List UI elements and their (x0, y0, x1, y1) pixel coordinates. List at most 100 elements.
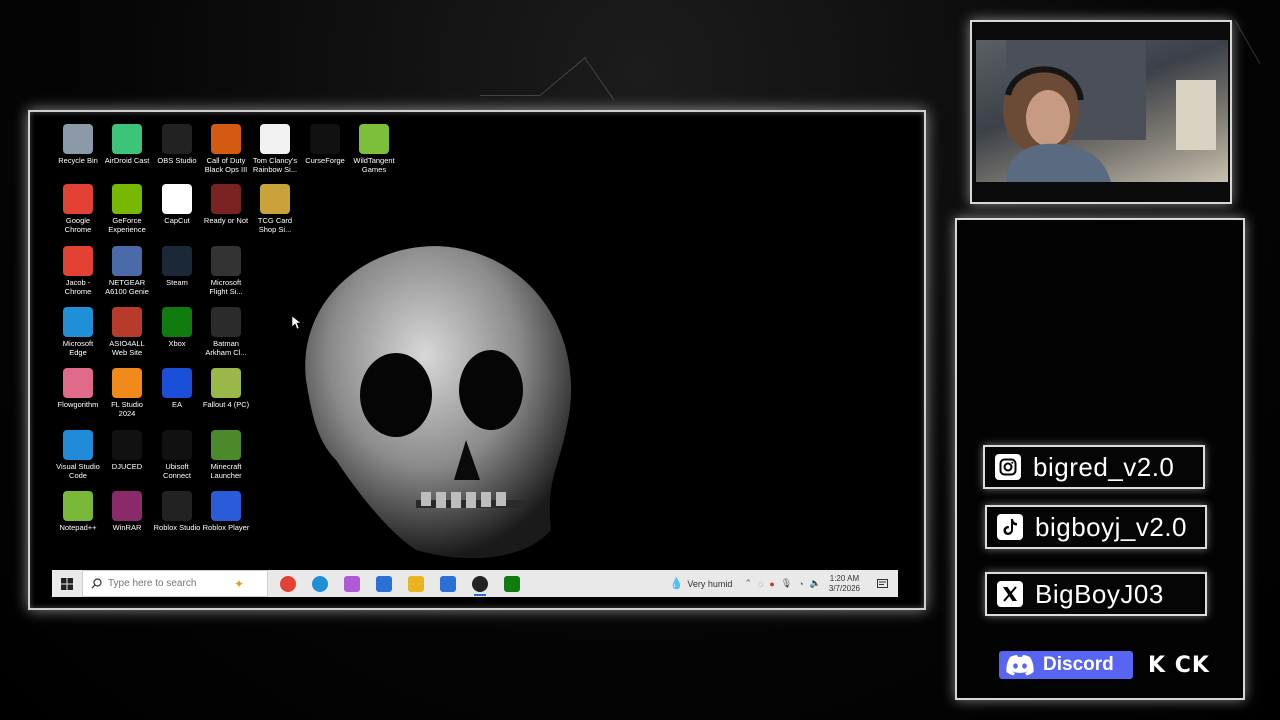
netgear-icon (112, 246, 142, 276)
windows-icon (61, 577, 73, 590)
volume-icon[interactable]: 🔈 (810, 578, 821, 589)
kick-logo[interactable]: K CK (1148, 651, 1210, 679)
desktop-icon[interactable]: WildTangent Games (349, 124, 399, 174)
desktop-icon-label: Batman Arkham Cl... (205, 339, 247, 357)
desktop-icon-label: Ubisoft Connect (163, 462, 191, 480)
app-tray-icon[interactable]: ◌ (758, 579, 763, 589)
desktop-icon[interactable]: CapCut (152, 184, 202, 225)
weather-widget[interactable]: 💧 Very humid (670, 577, 733, 590)
desktop-icon[interactable]: CurseForge (300, 124, 350, 165)
desktop-icon[interactable]: Recycle Bin (53, 124, 103, 165)
fallout-icon (211, 368, 241, 398)
desktop-icon[interactable]: Fallout 4 (PC) (201, 368, 251, 409)
ready-or-not-icon (211, 184, 241, 214)
taskbar-app[interactable] (496, 570, 528, 597)
curseforge-icon (310, 124, 340, 154)
desktop-icon[interactable]: Xbox (152, 307, 202, 348)
desktop-icon-label: Fallout 4 (PC) (202, 400, 250, 409)
desktop-icon[interactable]: Google Chrome (53, 184, 103, 234)
outlook-icon (376, 575, 392, 592)
desktop-icon[interactable]: Roblox Player (201, 491, 251, 532)
social-x[interactable]: BigBoyJ03 (985, 572, 1207, 616)
desktop-icon[interactable]: FL Studio 2024 (102, 368, 152, 418)
taskbar-app[interactable] (336, 570, 368, 597)
discord-badge[interactable]: Discord (999, 651, 1133, 679)
desktop-icon[interactable]: EA (152, 368, 202, 409)
desktop-icon-label: Google Chrome (64, 216, 92, 234)
obs-icon (472, 575, 488, 592)
chevron-up-icon[interactable]: ⌃ (744, 578, 752, 589)
social-tiktok[interactable]: bigboyj_v2.0 (985, 505, 1207, 549)
taskbar-app[interactable] (368, 570, 400, 597)
desktop-icon-label: NETGEAR A6100 Genie (105, 278, 149, 296)
winrar-icon (112, 491, 142, 521)
recycle-bin-icon (63, 124, 93, 154)
taskbar-pinned-apps (272, 570, 528, 597)
desktop-icon[interactable]: ASIO4ALL Web Site (102, 307, 152, 357)
taskbar-app[interactable] (304, 570, 336, 597)
tcg-icon (260, 184, 290, 214)
search-input[interactable] (108, 578, 228, 589)
skull-wallpaper (305, 246, 572, 559)
desktop-icon[interactable]: Tom Clancy's Rainbow Si... (250, 124, 300, 174)
system-tray: ⌃ ◌ ● 🎙 ◔ 🔈 (744, 578, 820, 589)
desktop-icon[interactable]: Minecraft Launcher (201, 430, 251, 480)
capcut-icon (162, 184, 192, 214)
hex-decoration (1234, 20, 1261, 65)
taskbar-app[interactable] (272, 570, 304, 597)
instagram-handle: bigred_v2.0 (1033, 451, 1175, 482)
notification-icon (876, 578, 888, 588)
desktop-icon-label: Microsoft Flight Si... (209, 278, 243, 296)
desktop-icon[interactable]: Batman Arkham Cl... (201, 307, 251, 357)
desktop-icon[interactable]: TCG Card Shop Si... (250, 184, 300, 234)
taskbar-search[interactable]: ✦ (82, 570, 268, 597)
file-explorer-icon (408, 575, 424, 592)
desktop-icon-label: GeForce Experience (108, 216, 146, 234)
desktop-icon[interactable]: DJUCED (102, 430, 152, 471)
taskbar-app[interactable] (432, 570, 464, 597)
desktop-icon[interactable]: Visual Studio Code (53, 430, 103, 480)
taskbar-app[interactable] (400, 570, 432, 597)
desktop-icon[interactable]: WinRAR (102, 491, 152, 532)
desktop-icon[interactable]: Flowgorithm (53, 368, 103, 409)
notification-button[interactable] (872, 570, 892, 597)
system-clock[interactable]: 1:20 AM 3/7/2026 (829, 574, 860, 594)
desktop-icon[interactable]: Call of Duty Black Ops III (201, 124, 251, 174)
desktop-icon[interactable]: AirDroid Cast (102, 124, 152, 165)
social-instagram[interactable]: bigred_v2.0 (983, 445, 1205, 489)
desktop-icon-label: Minecraft Launcher (210, 462, 242, 480)
desktop-icon[interactable]: Microsoft Edge (53, 307, 103, 357)
x-logo-icon (997, 581, 1023, 607)
desktop-icon[interactable]: Ubisoft Connect (152, 430, 202, 480)
taskbar: ✦ 💧 Very humid ⌃ ◌ ● 🎙 ◔ 🔈 1:20 AM 3/7/2… (52, 570, 898, 597)
desktop-icon[interactable]: NETGEAR A6100 Genie (102, 246, 152, 296)
x-handle: BigBoyJ03 (1035, 578, 1164, 609)
desktop-icon-label: AirDroid Cast (104, 156, 150, 165)
discord-label: Discord (1043, 654, 1114, 675)
start-button[interactable] (52, 570, 82, 597)
djuced-icon (112, 430, 142, 460)
desktop-icon-label: Steam (166, 278, 188, 287)
desktop-icon-label: EA (171, 400, 182, 409)
webcam-feed (976, 40, 1228, 182)
desktop-icon[interactable]: Jacob - Chrome (53, 246, 103, 296)
search-icon (91, 578, 102, 589)
desktop-icon[interactable]: GeForce Experience (102, 184, 152, 234)
desktop-icon[interactable]: OBS Studio (152, 124, 202, 165)
desktop-icon-label: Microsoft Edge (62, 339, 94, 357)
taskbar-app[interactable] (464, 570, 496, 597)
chrome-icon (280, 575, 296, 592)
desktop-icon[interactable]: Steam (152, 246, 202, 287)
network-icon[interactable]: ◔ (798, 579, 803, 589)
instagram-icon (995, 454, 1021, 480)
microphone-icon[interactable]: 🎙 (781, 578, 792, 589)
desktop-icon[interactable]: Microsoft Flight Si... (201, 246, 251, 296)
record-icon[interactable]: ● (769, 579, 774, 589)
desktop-icon[interactable]: Roblox Studio (152, 491, 202, 532)
desktop-icon[interactable]: Ready or Not (201, 184, 251, 225)
desktop-icon-label: Roblox Studio (153, 523, 201, 532)
desktop-screen: Recycle Bin AirDroid Cast OBS Studio Call o… (36, 120, 916, 598)
desktop-icon[interactable]: Notepad++ (53, 491, 103, 532)
desktop-icon-label: Xbox (168, 339, 186, 348)
copilot-icon (344, 575, 360, 592)
